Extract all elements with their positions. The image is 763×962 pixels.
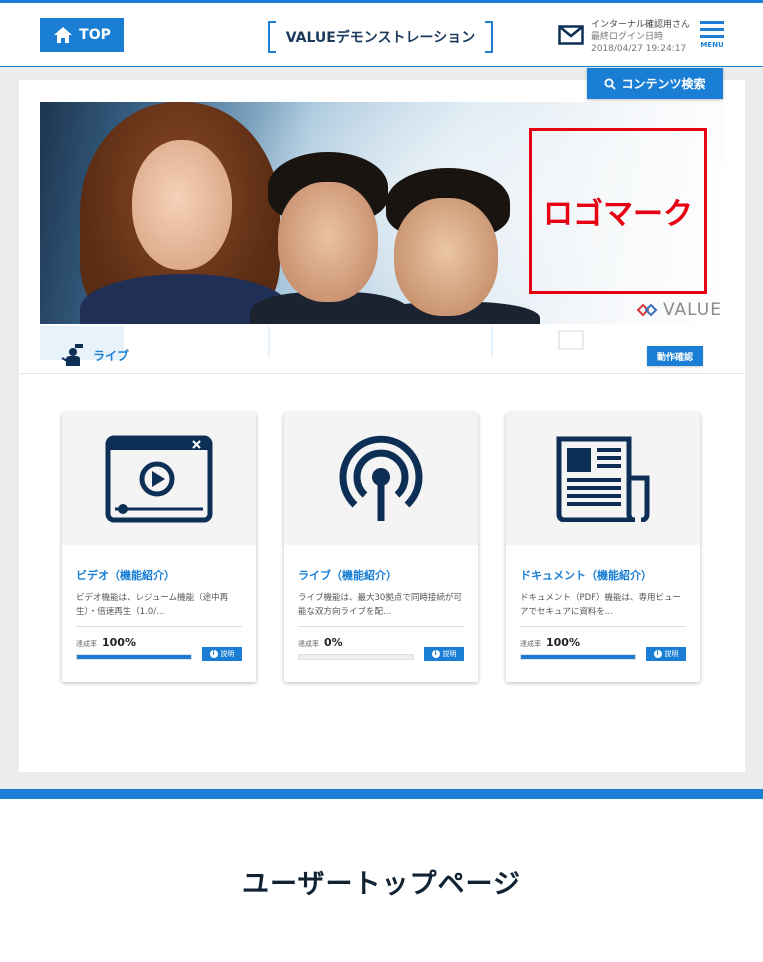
content-card-live[interactable]: ライブ（機能紹介） ライブ機能は、最大30拠点で同時接続が可能な双方向ライブを配… [284, 413, 478, 682]
description-button-label: 説明 [664, 650, 679, 658]
value-logo-icon [636, 303, 658, 317]
mail-icon[interactable] [558, 25, 584, 49]
card-thumbnail [506, 413, 700, 545]
card-divider [298, 626, 464, 627]
title-bracket-left [268, 21, 276, 53]
top-button[interactable]: TOP [40, 18, 124, 52]
value-brand-logo: VALUE [636, 300, 722, 320]
card-description: ライブ機能は、最大30拠点で同時接続が可能な双方向ライブを配... [298, 593, 462, 617]
site-title-text: VALUEデモンストレーション [285, 30, 476, 46]
card-title[interactable]: ビデオ（機能紹介） [76, 567, 175, 583]
progress-fill [521, 655, 635, 659]
card-title[interactable]: ドキュメント（機能紹介） [520, 567, 652, 583]
card-divider [520, 626, 686, 627]
content-card-video[interactable]: ビデオ（機能紹介） ビデオ機能は、レジューム機能（途中再生）・倍速再生（1.0/… [62, 413, 256, 682]
card-description: ビデオ機能は、レジューム機能（途中再生）・倍速再生（1.0/... [76, 593, 229, 617]
title-bracket-right [485, 21, 493, 53]
rate-value: 100% [102, 636, 136, 649]
description-button-label: 説明 [220, 650, 235, 658]
document-icon [556, 436, 650, 522]
card-divider [76, 626, 242, 627]
menu-button[interactable]: MENU [697, 21, 727, 55]
description-button[interactable]: i 説明 [646, 647, 686, 661]
progress-bar [76, 654, 192, 660]
page-caption: ユーザートップページ [242, 869, 521, 900]
live-presenter-icon [61, 344, 87, 370]
progress-fill [77, 655, 191, 659]
card-thumbnail [62, 413, 256, 545]
hero-banner: ロゴマーク VALUE [40, 102, 724, 324]
rate-label: 達成率 [520, 640, 541, 648]
rate-label: 達成率 [76, 640, 97, 648]
site-title: VALUEデモンストレーション [268, 21, 493, 53]
user-info: インターナル確認用さん 最終ログイン日時 2018/04/27 19:24:17 [591, 19, 690, 55]
progress-bar [298, 654, 414, 660]
card-description: ドキュメント（PDF）機能は、専用ビューアでセキュアに資料を... [520, 593, 682, 617]
last-login-label: 最終ログイン日時 [591, 32, 664, 42]
progress-bar [520, 654, 636, 660]
content-search-button[interactable]: コンテンツ検索 [587, 68, 723, 99]
rate-label: 達成率 [298, 640, 319, 648]
description-button[interactable]: i 説明 [202, 647, 242, 661]
broadcast-icon [339, 435, 423, 521]
rate-value: 100% [546, 636, 580, 649]
home-icon [53, 26, 73, 44]
info-icon: i [209, 650, 218, 658]
logo-placeholder-text: ロゴマーク [543, 197, 693, 232]
search-icon [604, 78, 617, 90]
last-login-time: 2018/04/27 19:24:17 [591, 44, 687, 54]
operation-check-button[interactable]: 動作確認 [647, 346, 703, 366]
card-title[interactable]: ライブ（機能紹介） [298, 567, 397, 583]
video-player-icon [105, 435, 213, 523]
card-thumbnail [284, 413, 478, 545]
description-button-label: 説明 [442, 650, 457, 658]
info-icon: i [431, 650, 440, 658]
info-icon: i [653, 650, 662, 658]
hamburger-icon [700, 21, 724, 24]
search-button-label: コンテンツ検索 [621, 77, 706, 91]
description-button[interactable]: i 説明 [424, 647, 464, 661]
logo-placeholder: ロゴマーク [529, 128, 707, 294]
footer-band [0, 789, 763, 799]
rate-value: 0% [324, 636, 343, 649]
section-title: ライブ [93, 349, 130, 363]
menu-label: MENU [700, 41, 724, 49]
content-card-document[interactable]: ドキュメント（機能紹介） ドキュメント（PDF）機能は、専用ビューアでセキュアに… [506, 413, 700, 682]
value-logo-text: VALUE [663, 300, 722, 320]
top-button-label: TOP [79, 27, 111, 43]
hamburger-bar [700, 28, 724, 31]
app-header: TOP VALUEデモンストレーション インターナル確認用さん 最終ログイン日時… [0, 0, 763, 67]
hamburger-bar [700, 35, 724, 38]
user-name: インターナル確認用さん [591, 20, 691, 30]
section-header: ライブ 動作確認 [19, 330, 745, 374]
